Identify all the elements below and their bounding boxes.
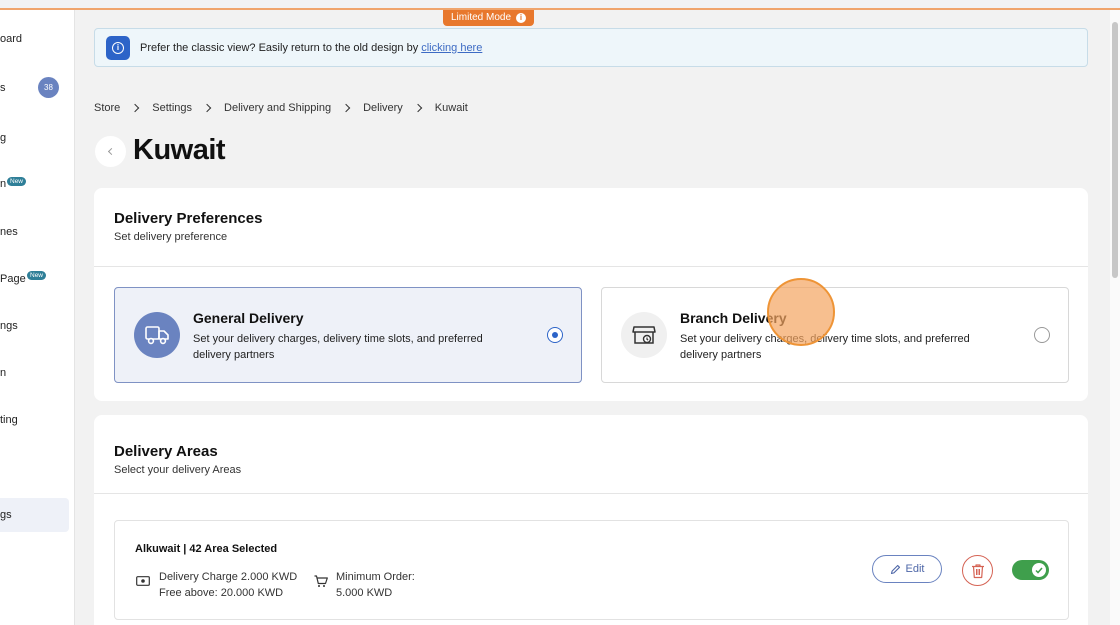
breadcrumb-store[interactable]: Store [94, 102, 120, 114]
option-description: Set your delivery charges, delivery time… [193, 333, 483, 361]
cart-icon [314, 575, 328, 587]
sidebar-item-settings-a[interactable]: ngs [0, 316, 74, 336]
sidebar-item-label: Page [0, 273, 26, 285]
pencil-icon [890, 564, 900, 574]
free-above-text: Free above: 20.000 KWD [159, 587, 284, 599]
delete-button[interactable] [962, 555, 993, 586]
sidebar-item-new-feature[interactable]: n New [0, 174, 74, 194]
classic-view-link[interactable]: clicking here [421, 42, 482, 54]
option-title: General Delivery [193, 310, 304, 326]
sidebar-item-n[interactable]: n [0, 363, 74, 383]
back-button[interactable] [95, 136, 126, 167]
banner-text: Prefer the classic view? Easily return t… [140, 41, 419, 54]
sidebar-item-marketing[interactable]: ting [0, 410, 74, 430]
sidebar-item-label: gs [0, 509, 12, 521]
breadcrumb-kuwait: Kuwait [434, 102, 468, 114]
count-badge: 38 [38, 77, 59, 98]
section-title: Delivery Areas [114, 443, 218, 460]
sidebar: oard s 38 g n New nes Page New ngs n tin… [0, 10, 75, 625]
chevron-right-icon [131, 103, 140, 113]
scrollbar[interactable] [1110, 10, 1120, 625]
chevron-left-icon [107, 147, 116, 156]
top-accent-line [0, 8, 1120, 10]
chevron-right-icon [341, 103, 351, 113]
sidebar-item-label: oard [0, 33, 23, 45]
classic-view-banner: i Prefer the classic view? Easily return… [94, 28, 1088, 67]
cash-icon [136, 576, 150, 586]
page-title: Kuwait [133, 134, 226, 166]
sidebar-item-orders[interactable]: s 38 [0, 77, 74, 98]
store-icon [621, 312, 667, 358]
scrollbar-thumb[interactable] [1112, 22, 1118, 278]
new-badge: New [27, 271, 47, 280]
delivery-preferences-card: Delivery Preferences Set delivery prefer… [94, 188, 1088, 401]
general-delivery-option[interactable]: General Delivery Set your delivery charg… [114, 287, 582, 383]
sidebar-item-settings[interactable]: gs [0, 505, 74, 525]
branch-delivery-radio[interactable] [1034, 327, 1050, 343]
delivery-area-item: Alkuwait | 42 Area Selected Delivery Cha… [114, 520, 1069, 620]
sidebar-item-label: n [0, 367, 7, 379]
sidebar-item-dashboard[interactable]: oard [0, 29, 74, 49]
edit-button[interactable]: Edit [872, 555, 942, 583]
chevron-right-icon [413, 103, 423, 113]
minimum-order-value: 5.000 KWD [336, 587, 393, 599]
general-delivery-radio[interactable] [547, 327, 563, 343]
sidebar-item-label: ting [0, 414, 18, 426]
breadcrumb-delivery-shipping[interactable]: Delivery and Shipping [224, 102, 331, 114]
check-icon [1032, 563, 1046, 577]
area-name: Alkuwait | 42 Area Selected [135, 543, 278, 555]
delivery-charge-text: Delivery Charge 2.000 KWD [159, 571, 298, 583]
cursor-highlight [767, 278, 835, 346]
option-description: Set your delivery charges, delivery time… [680, 333, 970, 361]
sidebar-item-label: n [0, 178, 7, 190]
divider [94, 266, 1088, 267]
section-title: Delivery Preferences [114, 210, 263, 227]
sidebar-item-label: nes [0, 226, 18, 238]
sidebar-item-label: s [0, 82, 6, 94]
area-enabled-toggle[interactable] [1012, 560, 1049, 580]
section-subtitle: Select your delivery Areas [114, 464, 242, 476]
minimum-order-label: Minimum Order: [336, 571, 415, 583]
sidebar-item-page[interactable]: Page New [0, 269, 74, 289]
new-badge: New [7, 177, 27, 186]
section-subtitle: Set delivery preference [114, 231, 228, 243]
branch-delivery-option[interactable]: Branch Delivery Set your delivery charge… [601, 287, 1069, 383]
trash-icon [971, 563, 984, 578]
sidebar-item-catalog[interactable]: g [0, 128, 74, 148]
breadcrumb-delivery[interactable]: Delivery [363, 102, 403, 114]
info-icon: i [106, 35, 130, 60]
breadcrumb-settings[interactable]: Settings [152, 102, 192, 114]
limited-mode-badge[interactable]: Limited Mode i [443, 10, 535, 26]
edit-label: Edit [905, 563, 925, 575]
truck-icon [134, 312, 180, 358]
chevron-right-icon [202, 103, 212, 113]
delivery-areas-card: Delivery Areas Select your delivery Area… [94, 415, 1088, 625]
sidebar-item-themes[interactable]: nes [0, 222, 74, 242]
limited-mode-label: Limited Mode [451, 12, 512, 23]
breadcrumb: Store Settings Delivery and Shipping Del… [94, 100, 468, 116]
sidebar-item-label: g [0, 132, 7, 144]
divider [94, 493, 1088, 494]
info-icon: i [516, 13, 527, 23]
sidebar-item-label: ngs [0, 320, 18, 332]
